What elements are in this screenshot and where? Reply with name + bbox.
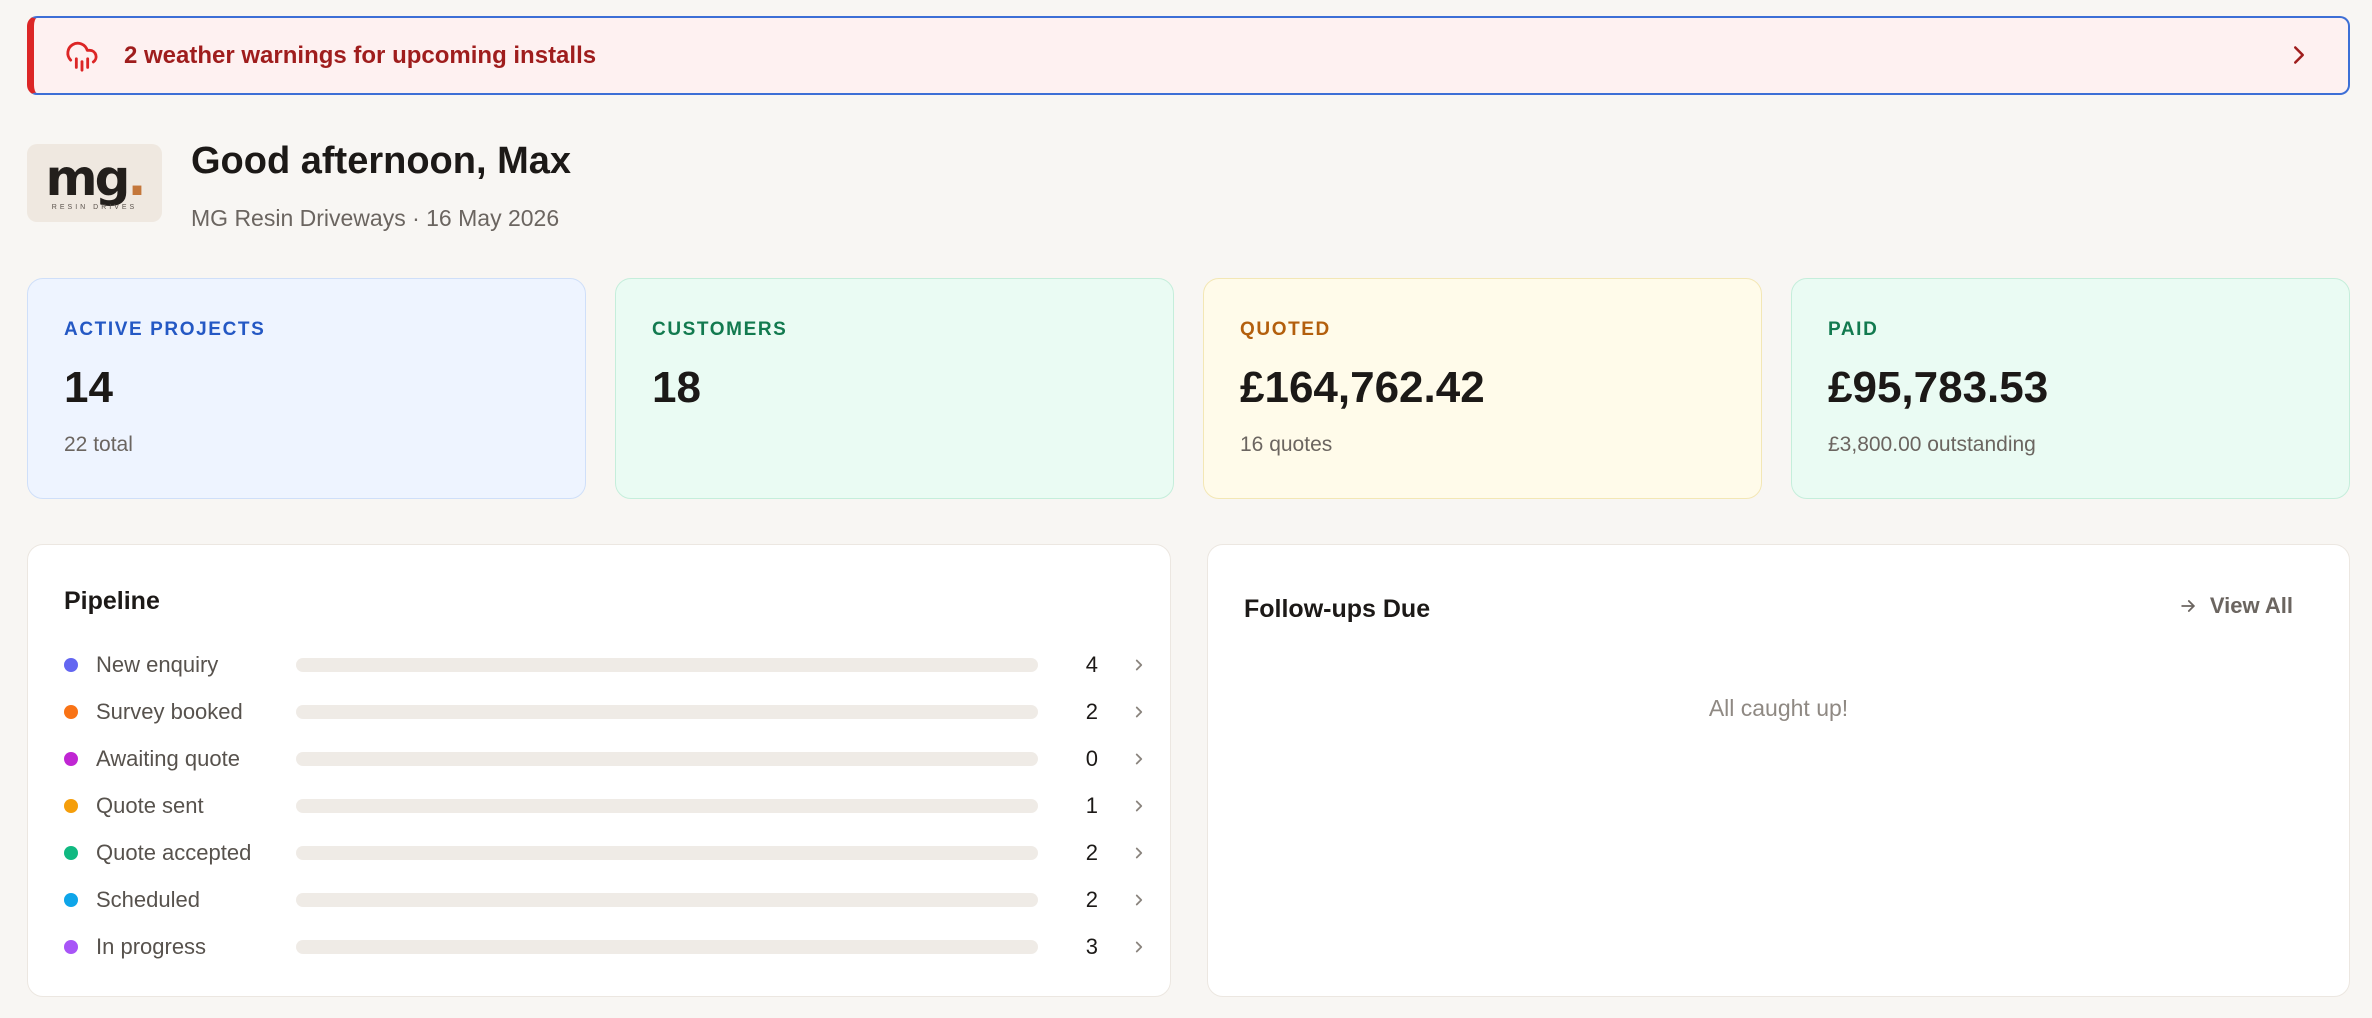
view-all-button[interactable]: View All [2178,593,2293,619]
stat-subtext: 22 total [64,433,133,456]
stage-count: 2 [1085,887,1098,912]
pipeline-row-survey-booked[interactable]: Survey booked 2 [64,692,1143,732]
company-logo: mg. RESIN DRIVES [27,144,162,222]
stage-count: 3 [1085,934,1098,959]
page-subtitle: MG Resin Driveways · 16 May 2026 [191,205,560,231]
pipeline-title: Pipeline [64,587,160,615]
followups-title: Follow-ups Due [1244,595,1431,623]
followups-panel: Follow-ups Due View All All caught up! [1207,544,2350,997]
stat-subtext: £3,800.00 outstanding [1828,433,2036,456]
stage-label: Quote accepted [96,840,252,865]
stat-label: CUSTOMERS [652,319,788,340]
stage-count: 1 [1085,793,1098,818]
view-all-label: View All [2209,593,2293,618]
chevron-right-icon [1130,844,1148,862]
stat-value: 14 [64,363,113,412]
stage-label: Awaiting quote [96,746,240,771]
chevron-right-icon [2284,40,2314,70]
stage-color-dot [64,658,78,672]
pipeline-panel: Pipeline New enquiry 4 Survey booked 2 A… [27,544,1171,997]
stage-progress-track [296,752,1038,766]
stat-card-quoted[interactable]: QUOTED £164,762.42 16 quotes [1203,278,1762,499]
stage-progress-track [296,893,1038,907]
stat-value: £164,762.42 [1240,363,1485,412]
chevron-right-icon [1130,797,1148,815]
stage-progress-track [296,799,1038,813]
page-title: Good afternoon, Max [191,140,571,182]
stat-label: PAID [1828,319,1879,340]
weather-warning-text: 2 weather warnings for upcoming installs [124,41,597,69]
stage-color-dot [64,799,78,813]
arrow-right-icon [2178,596,2198,616]
stage-progress-track [296,658,1038,672]
stage-label: Quote sent [96,793,204,818]
stage-color-dot [64,893,78,907]
pipeline-row-scheduled[interactable]: Scheduled 2 [64,880,1143,920]
chevron-right-icon [1130,656,1148,674]
stat-label: ACTIVE PROJECTS [64,319,266,340]
stage-color-dot [64,752,78,766]
chevron-right-icon [1130,703,1148,721]
stage-progress-track [296,846,1038,860]
stat-card-active-projects[interactable]: ACTIVE PROJECTS 14 22 total [27,278,586,499]
stage-color-dot [64,846,78,860]
cloud-rain-icon [64,38,100,74]
stat-card-customers[interactable]: CUSTOMERS 18 [615,278,1174,499]
stage-count: 0 [1085,746,1098,771]
pipeline-row-in-progress[interactable]: In progress 3 [64,927,1143,967]
pipeline-row-new-enquiry[interactable]: New enquiry 4 [64,645,1143,685]
pipeline-row-awaiting-quote[interactable]: Awaiting quote 0 [64,739,1143,779]
pipeline-row-quote-accepted[interactable]: Quote accepted 2 [64,833,1143,873]
chevron-right-icon [1130,750,1148,768]
weather-warning-banner[interactable]: 2 weather warnings for upcoming installs [27,16,2350,95]
stat-label: QUOTED [1240,319,1331,340]
empty-state-text: All caught up! [1708,695,1849,721]
stat-card-paid[interactable]: PAID £95,783.53 £3,800.00 outstanding [1791,278,2350,499]
stage-color-dot [64,705,78,719]
stat-value: £95,783.53 [1828,363,2049,412]
stage-progress-track [296,940,1038,954]
stage-label: New enquiry [96,652,219,677]
stage-color-dot [64,940,78,954]
stage-progress-track [296,705,1038,719]
stage-count: 4 [1085,652,1098,677]
stage-count: 2 [1085,840,1098,865]
stage-count: 2 [1085,699,1098,724]
stage-label: Survey booked [96,699,243,724]
pipeline-row-quote-sent[interactable]: Quote sent 1 [64,786,1143,826]
stage-label: Scheduled [96,887,200,912]
chevron-right-icon [1130,938,1148,956]
stage-label: In progress [96,934,207,959]
stat-subtext: 16 quotes [1240,433,1333,456]
chevron-right-icon [1130,891,1148,909]
stat-value: 18 [652,363,701,412]
